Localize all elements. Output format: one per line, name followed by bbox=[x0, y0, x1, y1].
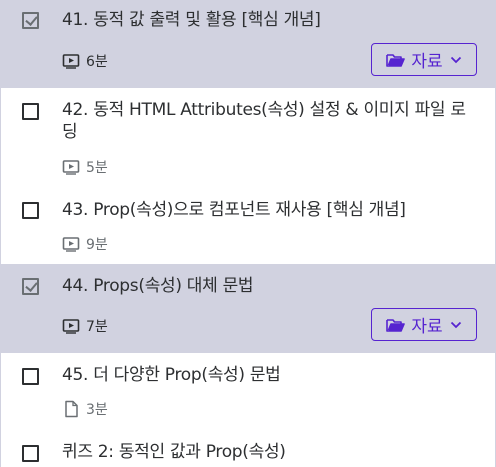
lecture-item[interactable]: 43. Prop(속성)으로 컴포넌트 재사용 [핵심 개념] 9분 bbox=[0, 187, 496, 264]
duration-text: 6분 bbox=[86, 54, 108, 70]
duration-text: 3분 bbox=[86, 402, 108, 418]
lecture-duration: 6분 bbox=[62, 51, 108, 71]
video-play-icon bbox=[62, 54, 80, 69]
completed-checkbox[interactable] bbox=[22, 12, 39, 29]
lecture-title: 41. 동적 값 출력 및 활용 [핵심 개념] bbox=[62, 10, 321, 30]
resources-button[interactable]: 자료 bbox=[371, 308, 477, 341]
list-border-left bbox=[0, 0, 1, 467]
duration-text: 9분 bbox=[86, 237, 108, 253]
resources-button[interactable]: 자료 bbox=[371, 43, 477, 76]
chevron-down-icon bbox=[450, 56, 461, 63]
resources-label: 자료 bbox=[411, 317, 443, 337]
lecture-title: 44. Props(속성) 대체 문법 bbox=[62, 276, 254, 296]
duration-text: 5분 bbox=[86, 160, 108, 176]
lecture-item[interactable]: 45. 더 다양한 Prop(속성) 문법 3분 bbox=[0, 353, 496, 430]
lecture-item-active[interactable]: 44. Props(속성) 대체 문법 7분 자료 bbox=[0, 264, 496, 353]
lecture-duration: 5분 bbox=[62, 157, 108, 177]
resources-label: 자료 bbox=[411, 52, 443, 72]
duration-text: 7분 bbox=[86, 319, 108, 335]
checkmark-icon bbox=[25, 13, 38, 26]
completion-checkbox[interactable] bbox=[22, 368, 39, 385]
video-play-icon bbox=[62, 319, 80, 334]
lecture-title: 45. 더 다양한 Prop(속성) 문법 bbox=[62, 365, 281, 385]
lecture-item[interactable]: 42. 동적 HTML Attributes(속성) 설정 & 이미지 파일 로… bbox=[0, 88, 496, 187]
chevron-down-icon bbox=[450, 321, 461, 328]
video-play-icon bbox=[62, 160, 80, 175]
lecture-duration: 7분 bbox=[62, 316, 108, 336]
folder-open-icon bbox=[386, 318, 406, 332]
lecture-title: 42. 동적 HTML Attributes(속성) 설정 & 이미지 파일 로… bbox=[62, 100, 466, 142]
curriculum-list: 41. 동적 값 출력 및 활용 [핵심 개념] 6분 자료 42. 동적 HT… bbox=[0, 0, 496, 467]
quiz-item[interactable]: 퀴즈 2: 동적인 값과 Prop(속성) bbox=[0, 430, 496, 467]
file-icon bbox=[65, 400, 78, 418]
folder-open-icon bbox=[386, 53, 406, 67]
completion-checkbox[interactable] bbox=[22, 103, 39, 120]
completion-checkbox[interactable] bbox=[22, 445, 39, 462]
completed-checkbox[interactable] bbox=[22, 278, 39, 295]
lecture-duration: 3분 bbox=[62, 399, 108, 419]
completion-checkbox[interactable] bbox=[22, 202, 39, 219]
lecture-item-active[interactable]: 41. 동적 값 출력 및 활용 [핵심 개념] 6분 자료 bbox=[0, 0, 496, 88]
quiz-title: 퀴즈 2: 동적인 값과 Prop(속성) bbox=[62, 442, 286, 462]
lecture-title: 43. Prop(속성)으로 컴포넌트 재사용 [핵심 개념] bbox=[62, 200, 406, 220]
checkmark-icon bbox=[25, 279, 38, 292]
lecture-duration: 9분 bbox=[62, 234, 108, 254]
video-play-icon bbox=[62, 237, 80, 252]
